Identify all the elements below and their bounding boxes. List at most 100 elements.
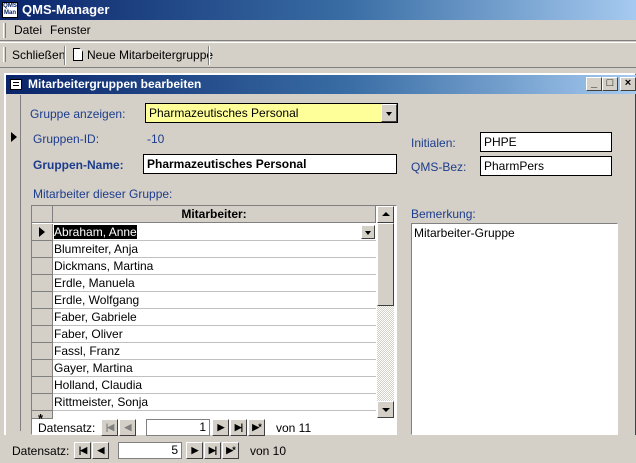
table-row[interactable]: Holland, Claudia	[53, 377, 376, 394]
members-scrollbar[interactable]	[377, 206, 394, 418]
scroll-thumb[interactable]	[377, 223, 394, 306]
new-group-button[interactable]: Neue Mitarbeitergruppe	[72, 46, 214, 65]
members-subform: Mitarbeiter: Abraham, Anne Blumreiter, An…	[31, 205, 397, 437]
new-group-button-label: Neue Mitarbeitergruppe	[87, 48, 214, 62]
subform-prev-record-button[interactable]: ◀	[119, 419, 136, 436]
main-next-record-button[interactable]: ▶	[186, 442, 203, 459]
row-selector[interactable]	[32, 343, 53, 360]
row-selector[interactable]	[32, 292, 53, 309]
child-window: Mitarbeitergruppen bearbeiten _ □ × Grup…	[4, 73, 636, 437]
main-record-number-field[interactable]: 5	[118, 442, 182, 459]
row-selector[interactable]	[32, 394, 53, 411]
row-selector[interactable]	[32, 377, 53, 394]
menu-fenster[interactable]: Fenster	[50, 23, 91, 37]
main-nav-label: Datensatz:	[12, 444, 70, 458]
form-icon	[10, 79, 22, 90]
toolbar-separator	[64, 46, 66, 65]
row-selector[interactable]	[32, 258, 53, 275]
main-nav-total: von 10	[250, 444, 287, 458]
group-name-label: Gruppen-Name:	[33, 158, 124, 172]
subform-first-record-button[interactable]: |◀	[101, 419, 118, 436]
subform-record-nav: Datensatz: |◀ ◀ 1 ▶ ▶| ▶* von 11	[34, 419, 394, 437]
table-row[interactable]: Dickmans, Martina	[53, 258, 376, 275]
member-name: Fassl, Franz	[54, 344, 121, 358]
member-name: Faber, Oliver	[54, 327, 123, 341]
table-row[interactable]: Gayer, Martina	[53, 360, 376, 377]
remark-field[interactable]: Mitarbeiter-Gruppe	[411, 223, 618, 435]
table-row[interactable]: Faber, Oliver	[53, 326, 376, 343]
new-row-selector[interactable]	[32, 411, 53, 426]
member-name: Faber, Gabriele	[54, 310, 137, 324]
member-name: Rittmeister, Sonja	[54, 395, 149, 409]
record-selector[interactable]	[7, 95, 21, 431]
group-id-label: Gruppen-ID:	[33, 132, 100, 146]
table-row[interactable]: Erdle, Manuela	[53, 275, 376, 292]
group-id-value: -10	[147, 132, 165, 146]
table-row[interactable]: Blumreiter, Anja	[53, 241, 376, 258]
row-selector[interactable]	[32, 360, 53, 377]
close-button-label: Schließen	[12, 48, 66, 62]
new-document-icon	[73, 48, 83, 61]
minimize-button[interactable]: _	[586, 77, 602, 91]
scroll-up-button[interactable]	[377, 206, 394, 223]
app-icon: QMS Man	[2, 2, 18, 18]
subform-nav-label: Datensatz:	[38, 421, 96, 435]
qms-field[interactable]: PharmPers	[480, 156, 612, 176]
subform-new-record-button[interactable]: ▶*	[248, 419, 265, 436]
child-window-title-bar[interactable]: Mitarbeitergruppen bearbeiten _ □ ×	[6, 75, 636, 94]
main-record-nav: Datensatz: |◀ ◀ 5 ▶ ▶| ▶* von 10	[6, 442, 306, 460]
member-name: Erdle, Manuela	[54, 276, 135, 290]
member-name: Dickmans, Martina	[54, 259, 154, 273]
main-new-record-button[interactable]: ▶*	[222, 442, 239, 459]
subform-record-number-field[interactable]: 1	[146, 419, 210, 436]
scroll-down-button[interactable]	[377, 401, 394, 418]
show-group-combo[interactable]: Pharmazeutisches Personal	[145, 103, 398, 123]
maximize-button[interactable]: □	[602, 77, 618, 91]
member-name: Holland, Claudia	[54, 378, 143, 392]
subform-last-record-button[interactable]: ▶|	[230, 419, 247, 436]
members-label: Mitarbeiter dieser Gruppe:	[33, 187, 173, 201]
chevron-down-icon[interactable]	[381, 104, 397, 122]
row-selector[interactable]	[32, 241, 53, 258]
remark-label: Bemerkung:	[411, 207, 476, 221]
table-row[interactable]: Faber, Gabriele	[53, 309, 376, 326]
qms-label: QMS-Bez:	[411, 160, 467, 174]
remark-value: Mitarbeiter-Gruppe	[414, 226, 515, 240]
menu-datei[interactable]: Datei	[14, 23, 42, 37]
show-group-value: Pharmazeutisches Personal	[149, 106, 299, 120]
row-selector[interactable]	[32, 309, 53, 326]
child-window-title: Mitarbeitergruppen bearbeiten	[28, 77, 202, 91]
member-name: Erdle, Wolfgang	[54, 293, 140, 307]
close-button[interactable]: Schließen	[11, 46, 66, 65]
toolbar: Schließen Neue Mitarbeitergruppe	[0, 42, 636, 68]
initials-label: Initialen:	[411, 136, 456, 150]
row-selector[interactable]	[32, 224, 53, 241]
table-row[interactable]: Erdle, Wolfgang	[53, 292, 376, 309]
row-selector[interactable]	[32, 326, 53, 343]
column-header-mitarbeiter[interactable]: Mitarbeiter:	[53, 206, 376, 223]
member-name: Gayer, Martina	[54, 361, 133, 375]
subform-next-record-button[interactable]: ▶	[212, 419, 229, 436]
main-first-record-button[interactable]: |◀	[74, 442, 91, 459]
member-name: Abraham, Anne	[54, 225, 137, 239]
main-last-record-button[interactable]: ▶|	[204, 442, 221, 459]
subform-nav-total: von 11	[276, 421, 312, 435]
app-title: QMS-Manager	[22, 2, 110, 17]
group-name-field[interactable]: Pharmazeutisches Personal	[143, 154, 397, 174]
menu-bar: Datei Fenster	[0, 20, 636, 41]
chevron-down-icon[interactable]	[361, 225, 375, 239]
table-row[interactable]: Abraham, Anne	[53, 224, 376, 241]
main-prev-record-button[interactable]: ◀	[92, 442, 109, 459]
row-selector[interactable]	[32, 275, 53, 292]
close-window-button[interactable]: ×	[620, 77, 636, 91]
current-record-arrow-icon	[11, 132, 17, 142]
toolbar-separator	[208, 46, 210, 65]
grid-corner[interactable]	[32, 206, 53, 223]
member-name: Blumreiter, Anja	[54, 242, 139, 256]
menu-grip[interactable]	[3, 23, 6, 38]
toolbar-grip[interactable]	[3, 47, 6, 62]
app-title-bar: QMS Man QMS-Manager	[0, 0, 636, 20]
initials-field[interactable]: PHPE	[480, 132, 612, 152]
table-row[interactable]: Fassl, Franz	[53, 343, 376, 360]
table-row[interactable]: Rittmeister, Sonja	[53, 394, 376, 411]
